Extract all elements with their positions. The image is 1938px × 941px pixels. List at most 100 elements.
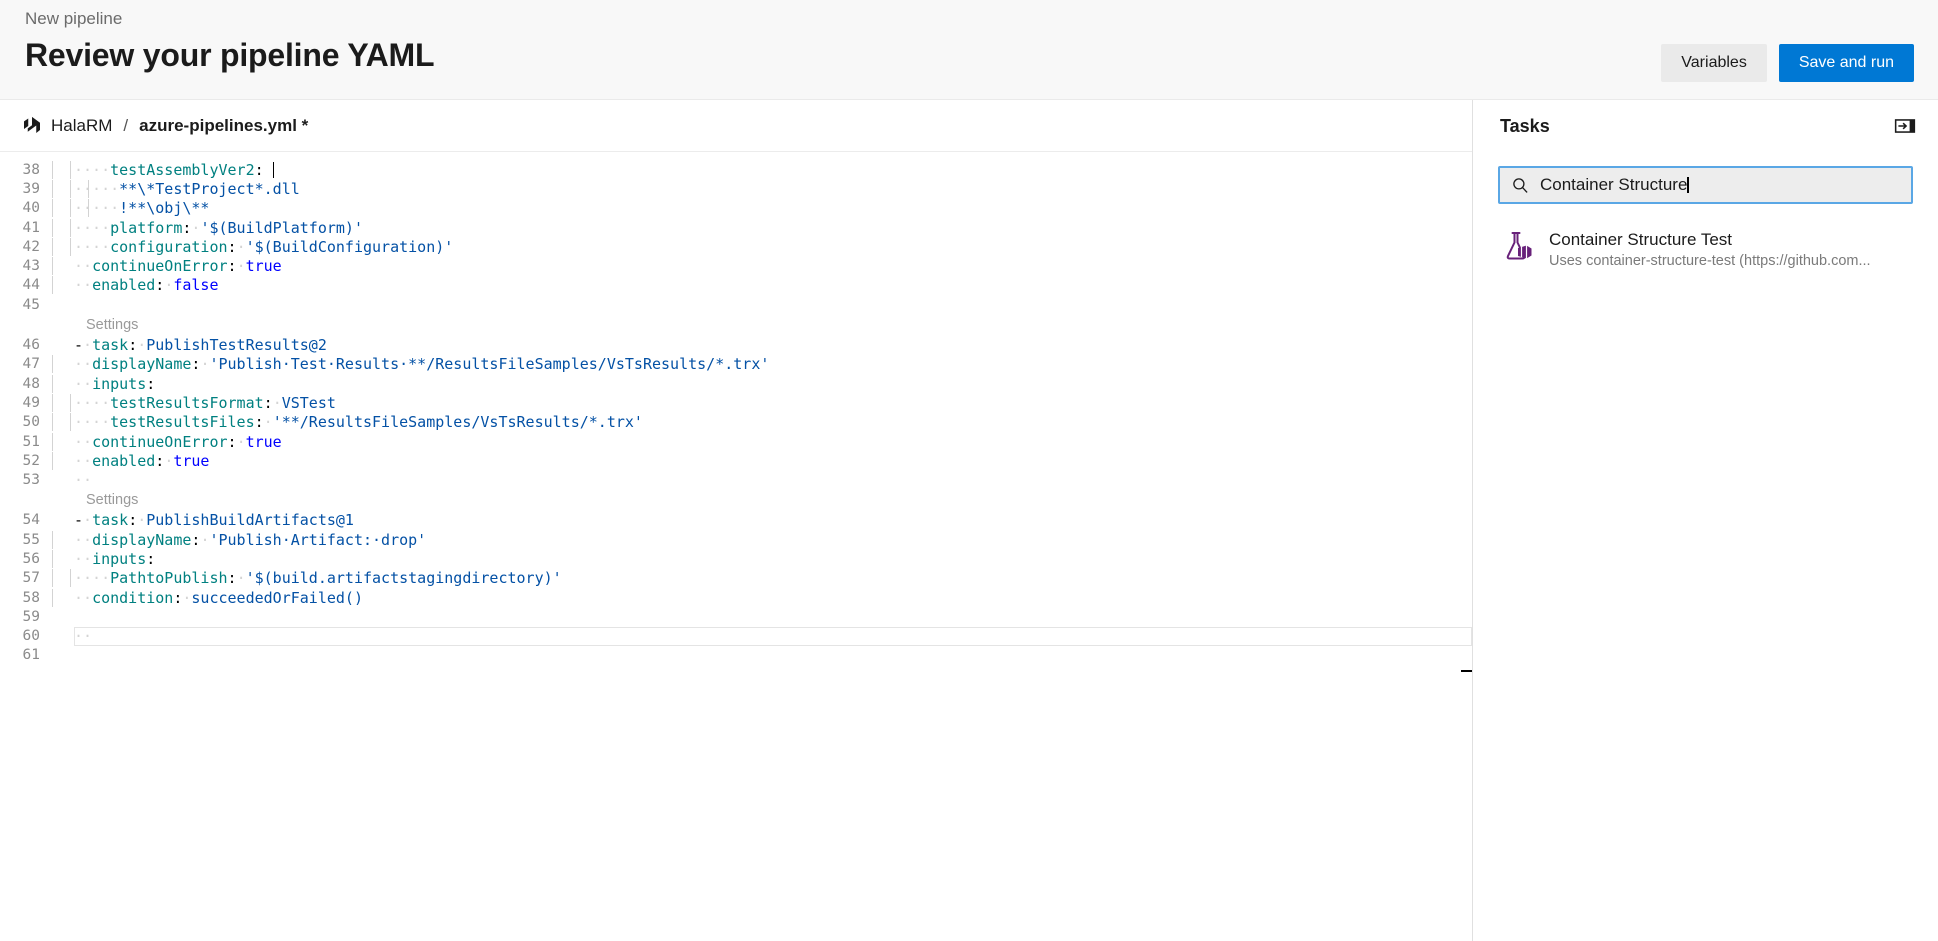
code-token: true xyxy=(245,257,282,276)
codelens-settings-label[interactable]: Settings xyxy=(86,317,138,333)
editor-resize-handle[interactable] xyxy=(1461,670,1472,672)
code-line-content: ··continueOnError:·true xyxy=(52,257,282,276)
code-line[interactable]: 55 ··displayName:·'Publish·Artifact:·drop… xyxy=(0,530,1472,549)
code-token: ·· xyxy=(74,355,93,374)
indent-guide xyxy=(52,569,53,588)
code-line[interactable]: 56 ··inputs: xyxy=(0,549,1472,568)
code-token: ·· xyxy=(74,257,93,276)
code-line-content: ·····**\*TestProject*.dll xyxy=(52,179,300,198)
indent-guide xyxy=(70,160,72,179)
task-item-description: Uses container-structure-test (https://g… xyxy=(1549,253,1871,269)
code-line[interactable]: 57 ····PathtoPublish:·'$(build.artifactst… xyxy=(0,569,1472,588)
header-actions: Variables Save and run xyxy=(1661,44,1914,82)
code-token: inputs xyxy=(92,374,147,393)
indent-guide xyxy=(52,413,53,432)
code-line[interactable]: 58 ··condition:·succeededOrFailed() xyxy=(0,588,1472,607)
code-line[interactable]: 41 ····platform:·'$(BuildPlatform)' xyxy=(0,218,1472,237)
code-token: · xyxy=(236,569,246,588)
code-token: displayName xyxy=(92,530,192,549)
code-line[interactable]: 54 -·task:·PublishBuildArtifacts@1 xyxy=(0,511,1472,530)
code-line[interactable]: 59 xyxy=(0,607,1472,626)
search-caret xyxy=(1687,177,1689,193)
code-token: : xyxy=(227,257,237,276)
code-line-content: ····testResultsFormat:·VSTest xyxy=(52,393,336,412)
task-item-texts: Container Structure Test Uses container-… xyxy=(1549,228,1871,272)
code-line[interactable]: 51 ··continueOnError:·true xyxy=(0,432,1472,451)
code-line[interactable]: 49 ····testResultsFormat:·VSTest xyxy=(0,393,1472,412)
indent-guide xyxy=(70,569,72,588)
repo-name[interactable]: HalaRM xyxy=(51,116,112,136)
code-token: ·· xyxy=(74,374,93,393)
save-and-run-button[interactable]: Save and run xyxy=(1778,44,1914,82)
panel-collapse-icon[interactable] xyxy=(1894,115,1916,137)
yaml-editor-pane: HalaRM / azure-pipelines.yml * 38 ····tes… xyxy=(0,100,1473,941)
code-token: ····· xyxy=(74,179,120,198)
code-line[interactable]: 40 ·····!**\obj\** xyxy=(0,199,1472,218)
code-editor[interactable]: 38 ····testAssemblyVer2: 39 ·····**\*TestP… xyxy=(0,152,1472,941)
code-token: ·· xyxy=(74,530,93,549)
line-number: 42 xyxy=(22,238,40,255)
code-token: : xyxy=(227,569,237,588)
line-number: 46 xyxy=(22,337,40,354)
code-line[interactable]: 47 ··displayName:·'Publish·Test·Results·*… xyxy=(0,355,1472,374)
code-token: · xyxy=(164,276,174,295)
indent-guide xyxy=(52,355,53,374)
code-line[interactable]: 52 ··enabled:·true xyxy=(0,451,1472,470)
code-line[interactable]: 48 ··inputs: xyxy=(0,374,1472,393)
code-line-content: -·task:·PublishTestResults@2 xyxy=(52,336,327,354)
variables-button[interactable]: Variables xyxy=(1661,44,1767,82)
code-token: ···· xyxy=(74,393,111,412)
code-line-content: ····testResultsFiles:·'**/ResultsFileSam… xyxy=(52,413,643,432)
code-token: platform xyxy=(110,218,183,237)
search-input-value[interactable]: Container Structure xyxy=(1540,175,1687,195)
line-number: 56 xyxy=(22,550,40,567)
code-token: : xyxy=(128,511,138,530)
line-number: 54 xyxy=(22,512,40,529)
line-number: 51 xyxy=(22,433,40,450)
code-token: inputs xyxy=(92,549,147,568)
code-token: testResultsFiles xyxy=(110,413,255,432)
code-token: ·· xyxy=(74,471,93,490)
code-token: : xyxy=(254,160,264,179)
code-line[interactable]: 43 ··continueOnError:·true xyxy=(0,256,1472,276)
code-line-content: ·· xyxy=(52,627,92,645)
code-token: '$(BuildConfiguration)' xyxy=(245,237,454,256)
line-number: 44 xyxy=(22,277,40,294)
code-token: - xyxy=(74,511,84,530)
flask-container-icon xyxy=(1506,232,1532,260)
code-line[interactable]: 39 ·····**\*TestProject*.dll xyxy=(0,179,1472,198)
code-line[interactable]: 38 ····testAssemblyVer2: xyxy=(0,160,1472,179)
page-body: HalaRM / azure-pipelines.yml * 38 ····tes… xyxy=(0,100,1938,941)
code-token: configuration xyxy=(110,237,228,256)
code-line[interactable]: 61 xyxy=(0,646,1472,665)
codelens-settings-label[interactable]: Settings xyxy=(86,492,138,508)
file-name[interactable]: azure-pipelines.yml * xyxy=(139,116,308,136)
code-line[interactable]: 60 ·· xyxy=(0,626,1472,646)
tasks-panel: Tasks Container Structure Container Stru… xyxy=(1473,100,1938,941)
code-line[interactable]: 53 ·· xyxy=(0,470,1472,489)
code-line[interactable]: 44 ··enabled:·false xyxy=(0,276,1472,295)
indent-guide xyxy=(70,393,72,412)
code-line-content: -·task:·PublishBuildArtifacts@1 xyxy=(52,511,354,529)
indent-guide xyxy=(52,237,53,256)
tasks-panel-header: Tasks xyxy=(1473,100,1938,152)
code-line-content: ····platform:·'$(BuildPlatform)' xyxy=(52,218,363,237)
code-line[interactable]: 42 ····configuration:·'$(BuildConfigurati… xyxy=(0,237,1472,256)
code-line-content: ··enabled:·true xyxy=(52,451,209,470)
indent-guide xyxy=(70,237,72,256)
code-token: : xyxy=(227,432,237,451)
code-token: ·· xyxy=(74,276,93,295)
code-token: : xyxy=(146,549,156,568)
code-token: continueOnError xyxy=(92,257,228,276)
list-item[interactable]: Container Structure Test Uses container-… xyxy=(1473,220,1938,280)
line-number: 52 xyxy=(22,452,40,469)
line-number: 40 xyxy=(22,200,40,217)
indent-guide xyxy=(52,199,53,218)
code-token: continueOnError xyxy=(92,432,228,451)
code-token: · xyxy=(236,257,246,276)
code-token: ···· xyxy=(74,237,111,256)
code-line[interactable]: 45 xyxy=(0,295,1472,314)
code-line[interactable]: 50 ····testResultsFiles:·'**/ResultsFileS… xyxy=(0,413,1472,432)
code-line[interactable]: 46 -·task:·PublishTestResults@2 xyxy=(0,335,1472,354)
search-input[interactable]: Container Structure xyxy=(1498,166,1913,204)
